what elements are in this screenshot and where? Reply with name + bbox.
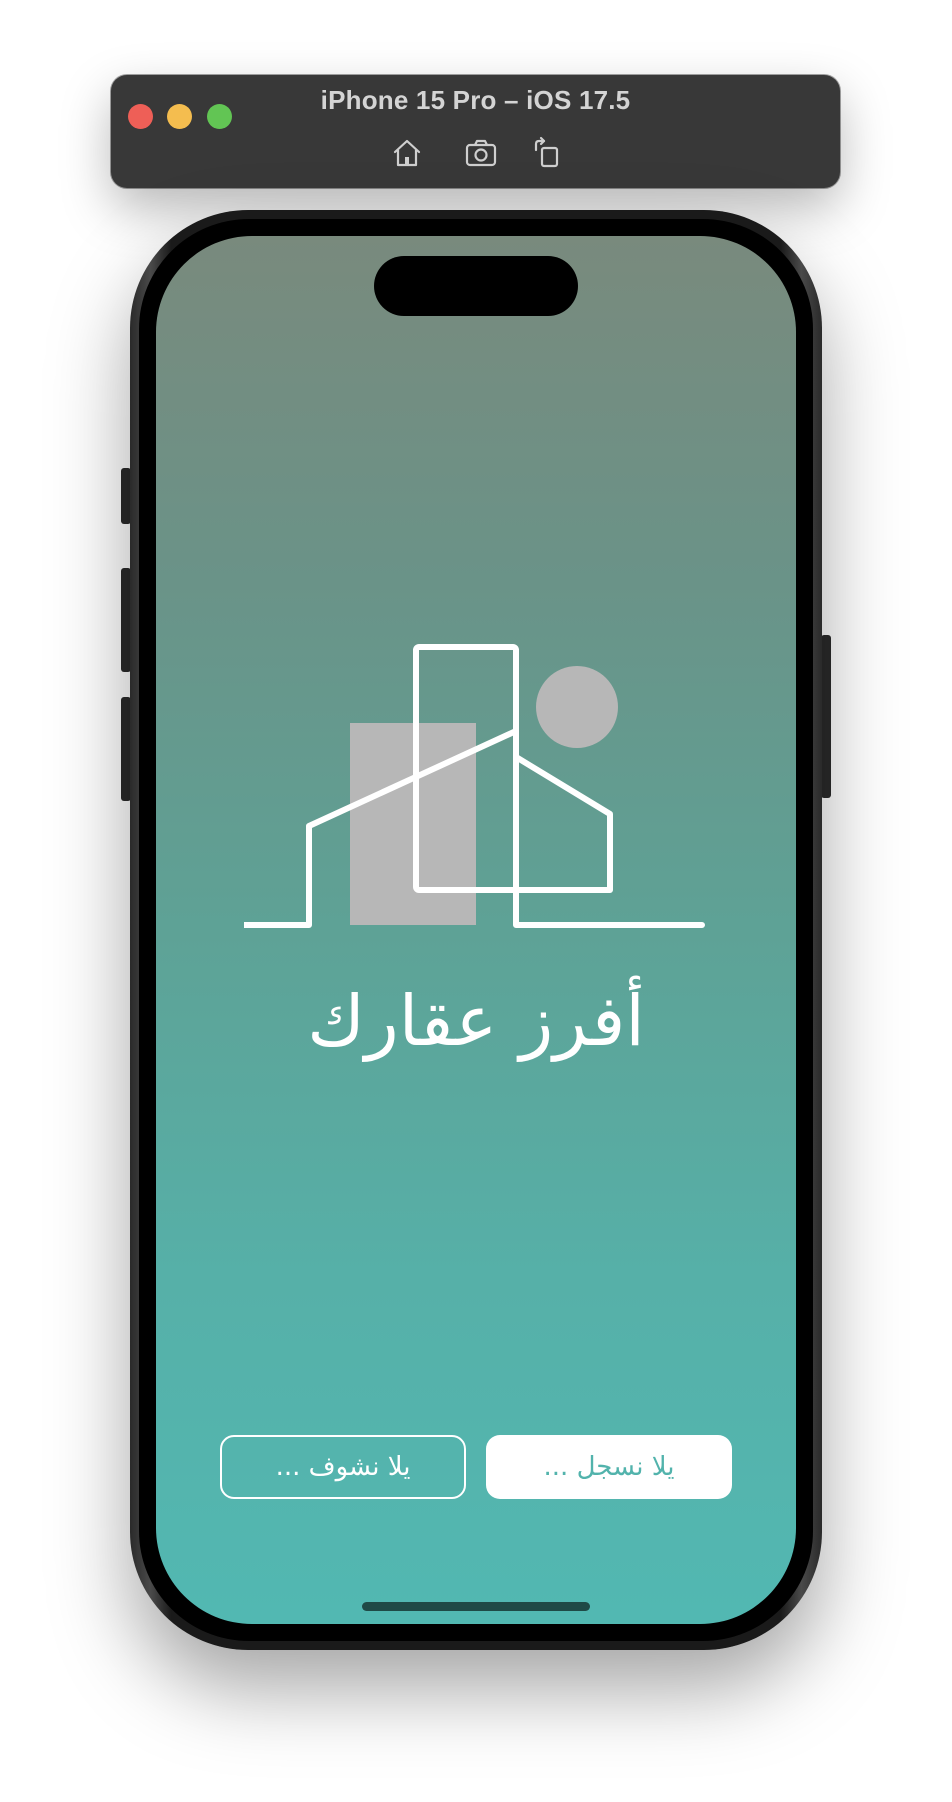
logo-house-outline bbox=[514, 754, 613, 893]
power-button[interactable] bbox=[821, 635, 831, 798]
app-title: أفرز عقارك bbox=[307, 980, 645, 1062]
home-indicator[interactable] bbox=[362, 1602, 590, 1611]
rotate-icon bbox=[534, 136, 559, 168]
home-button[interactable] bbox=[388, 134, 426, 172]
screenshot-button[interactable] bbox=[462, 134, 500, 172]
logo-sun bbox=[536, 666, 618, 748]
home-icon bbox=[393, 139, 421, 167]
stage: iPhone 15 Pro – iOS 17.5 أفرز عقارك يلا … bbox=[0, 0, 952, 1802]
screenshot-icon bbox=[465, 139, 497, 167]
app-logo bbox=[244, 644, 705, 928]
simulator-toolbar: iPhone 15 Pro – iOS 17.5 bbox=[111, 75, 840, 188]
dynamic-island bbox=[374, 256, 578, 316]
simulator-title: iPhone 15 Pro – iOS 17.5 bbox=[320, 85, 631, 115]
app-screen: أفرز عقارك يلا نشوف ... يلا نسجل ... bbox=[156, 236, 796, 1624]
browse-button[interactable]: يلا نشوف ... bbox=[220, 1435, 466, 1499]
rotate-button[interactable] bbox=[528, 134, 566, 172]
register-button[interactable]: يلا نسجل ... bbox=[486, 1435, 732, 1499]
